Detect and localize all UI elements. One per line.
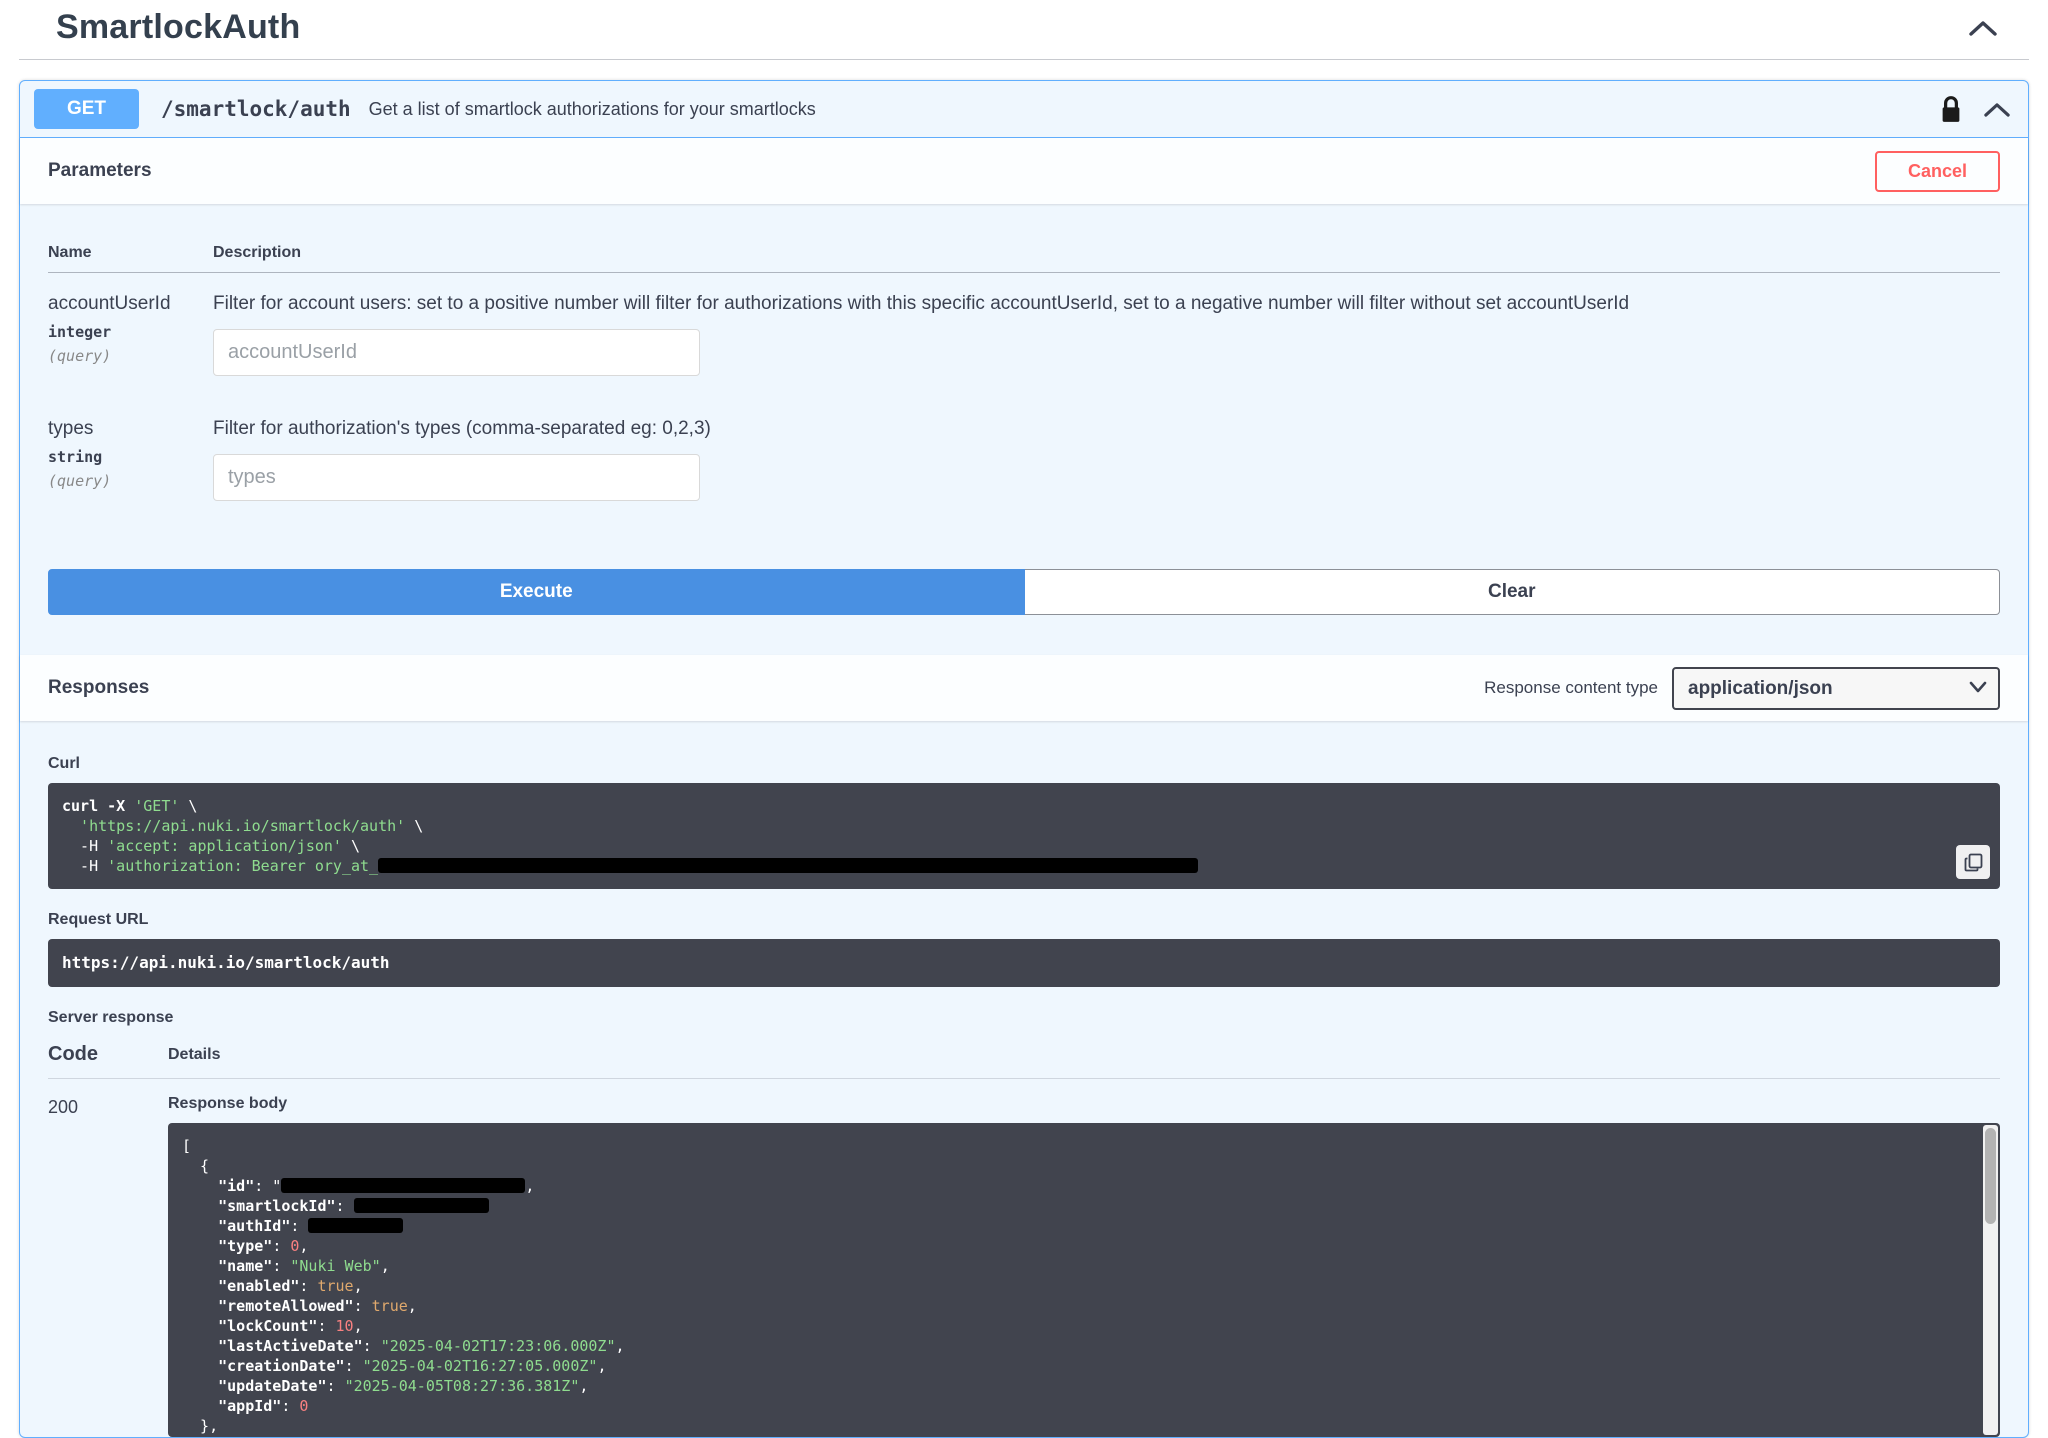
parameters-table: Name Description accountUserId integer (… — [48, 230, 2000, 523]
method-badge: GET — [34, 89, 139, 129]
curl-label: Curl — [48, 755, 80, 772]
parameter-type: string — [48, 448, 103, 466]
scrollbar[interactable] — [1983, 1125, 1998, 1435]
response-content-type-select[interactable]: application/json — [1672, 666, 2000, 710]
section-collapse-button[interactable] — [1965, 16, 2001, 40]
section-title: SmartlockAuth — [56, 8, 301, 46]
parameter-type: integer — [48, 323, 112, 341]
response-content-type-label: Response content type — [1484, 678, 1658, 697]
execute-button[interactable]: Execute — [48, 569, 1025, 615]
curl-command-block: curl -X 'GET' \ 'https://api.nuki.io/sma… — [48, 783, 2000, 889]
response-body-block[interactable]: [ { "id": ", "smartlockId": "authId": "t… — [168, 1123, 2000, 1437]
server-response-table: Code Details 200 Response body [ { "id":… — [48, 1043, 2000, 1437]
column-header-code: Code — [48, 1043, 98, 1065]
authorization-lock-button[interactable] — [1936, 91, 1966, 128]
parameters-table-container: Name Description accountUserId integer (… — [20, 204, 2028, 523]
execute-wrapper: Execute Clear — [20, 523, 2028, 655]
operation-collapse-button[interactable] — [1980, 98, 2014, 121]
endpoint-description: Get a list of smartlock authorizations f… — [368, 98, 816, 119]
parameter-description: Filter for account users: set to a posit… — [213, 293, 1630, 314]
responses-title: Responses — [48, 677, 150, 698]
opblock-get-smartlock-auth: GET /smartlock/auth Get a list of smartl… — [19, 80, 2029, 1438]
request-url-value: https://api.nuki.io/smartlock/auth — [62, 953, 390, 972]
scrollbar-thumb[interactable] — [1985, 1128, 1996, 1224]
parameter-row-accountuserid: accountUserId integer (query) Filter for… — [48, 273, 2000, 399]
column-header-description: Description — [213, 230, 2000, 273]
parameters-section-header: Parameters Cancel — [20, 138, 2028, 204]
clear-button[interactable]: Clear — [1024, 569, 2000, 615]
accountuserid-input[interactable] — [213, 329, 700, 376]
curl-command-text: curl -X 'GET' \ 'https://api.nuki.io/sma… — [62, 796, 1986, 876]
copy-to-clipboard-button[interactable] — [1956, 845, 1990, 879]
endpoint-path: /smartlock/auth — [161, 97, 351, 121]
parameter-location: (query) — [48, 472, 112, 490]
parameter-description: Filter for authorization's types (comma-… — [213, 418, 711, 439]
chevron-up-icon — [1969, 20, 1997, 36]
server-response-label: Server response — [48, 1009, 174, 1026]
parameter-row-types: types string (query) Filter for authoriz… — [48, 398, 2000, 523]
column-header-details: Details — [168, 1046, 221, 1063]
opblock-body: Parameters Cancel Name Description accou… — [20, 138, 2028, 1437]
parameter-location: (query) — [48, 347, 112, 365]
status-code: 200 — [48, 1097, 79, 1117]
parameter-name: types — [48, 418, 94, 439]
response-row-200: 200 Response body [ { "id": ", "smartloc… — [48, 1079, 2000, 1437]
request-url-block: https://api.nuki.io/smartlock/auth — [48, 939, 2000, 987]
chevron-up-icon — [1984, 102, 2010, 117]
responses-inner: Curl curl -X 'GET' \ 'https://api.nuki.i… — [20, 721, 2028, 1437]
responses-section-header: Responses Response content type applicat… — [20, 655, 2028, 721]
tag-header: SmartlockAuth — [19, 0, 2029, 60]
opblock-summary[interactable]: GET /smartlock/auth Get a list of smartl… — [20, 81, 2028, 138]
swagger-api-page: SmartlockAuth GET /smartlock/auth Get a … — [0, 0, 2048, 1438]
content-type-select-wrap: application/json — [1672, 666, 2000, 710]
request-url-label: Request URL — [48, 911, 149, 928]
response-content-type-wrap: Response content type application/json — [1484, 666, 2000, 710]
types-input[interactable] — [213, 454, 700, 501]
response-body-text: [ { "id": ", "smartlockId": "authId": "t… — [182, 1137, 625, 1435]
column-header-name: Name — [48, 230, 213, 273]
lock-icon — [1942, 95, 1960, 122]
response-body-label: Response body — [168, 1095, 288, 1112]
cancel-button[interactable]: Cancel — [1874, 150, 2000, 192]
response-table-header: Code Details — [48, 1043, 2000, 1079]
parameter-name: accountUserId — [48, 293, 171, 314]
parameters-title: Parameters — [48, 160, 152, 181]
clipboard-icon — [1964, 853, 1982, 871]
